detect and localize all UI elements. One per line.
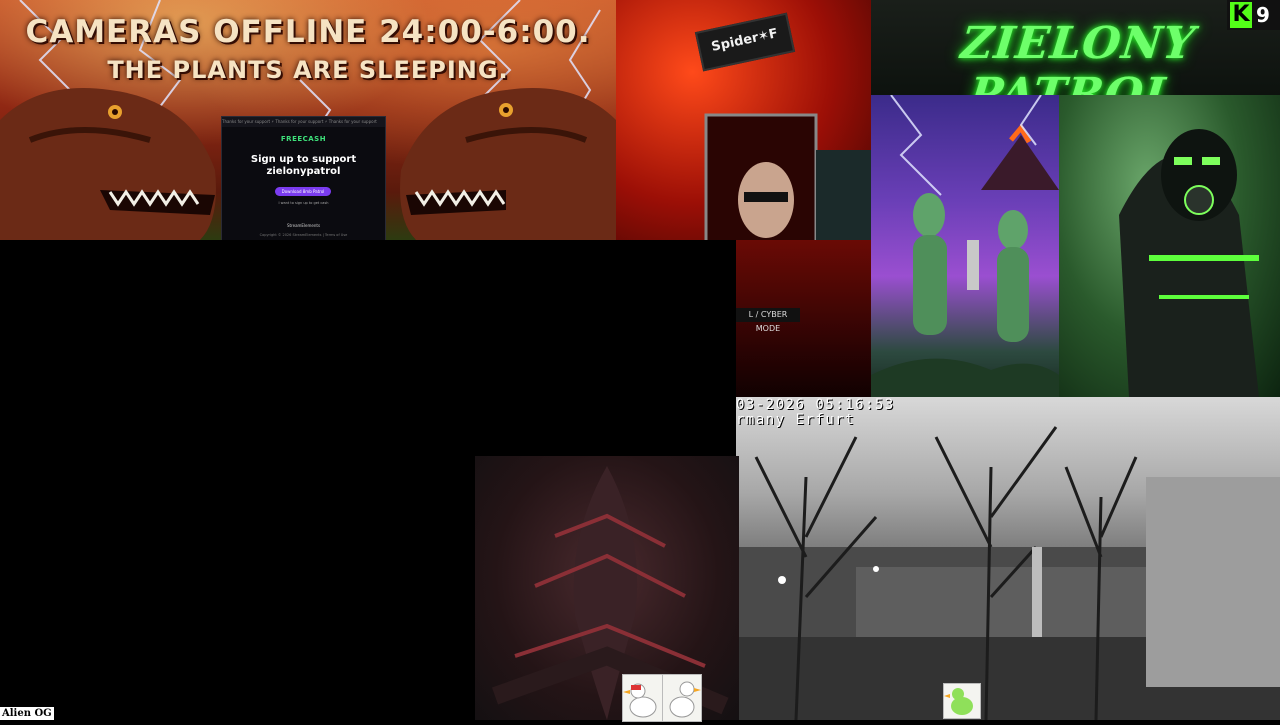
spider-cyber-image: Spider✶F	[616, 0, 871, 240]
aliens-volcano-image	[871, 95, 1059, 397]
cctv-camera-feed: 03-2026 05:16:53 rmany Erfurt	[736, 397, 1280, 720]
t-rex-right	[400, 88, 616, 240]
aliens-art	[871, 95, 1059, 397]
goose-sticker-icon	[662, 674, 702, 722]
soldier-art	[1119, 129, 1259, 397]
popup-small-text: I want to sign up to get cash	[278, 201, 329, 205]
streamelements-logo: StreamElements	[286, 223, 321, 228]
kick-viewer-badge: K 9	[1227, 0, 1280, 30]
signup-button[interactable]: Download 8mb Patrol	[275, 187, 331, 196]
popup-copyright: Copyright © 2026 StreamElements | Terms …	[259, 233, 348, 237]
cctv-location: rmany Erfurt	[736, 412, 856, 428]
popup-ticker: Thanks for your support ⚡ Thanks for you…	[222, 117, 385, 127]
spider-cyber-image-lower: L / CYBER MODE	[736, 240, 871, 397]
t-rex-left	[0, 88, 216, 240]
banner-headline: CAMERAS OFFLINE 24:00-6:00.	[25, 14, 591, 50]
goose-sticker-icon	[943, 683, 981, 719]
poster-caption: L / CYBER MODE	[736, 308, 800, 333]
freecash-logo: FREECASH	[280, 135, 327, 143]
popup-heading-line2: zielonypatrol	[266, 166, 341, 177]
neon-sign-image: ZIELONY PATROL	[871, 0, 1280, 95]
freecash-signup-popup: Thanks for your support ⚡ Thanks for you…	[221, 116, 386, 240]
kick-logo-icon: K	[1230, 2, 1252, 28]
viewer-count: 9	[1256, 3, 1270, 27]
cctv-scene	[736, 426, 1280, 720]
neon-title: ZIELONY PATROL	[958, 18, 1198, 95]
popup-heading-line1: Sign up to support	[250, 154, 357, 165]
strain-label: Alien OG	[0, 707, 54, 720]
dinosaur-banner: CAMERAS OFFLINE 24:00-6:00. THE PLANTS A…	[0, 0, 616, 240]
popup-heading: Sign up to support zielonypatrol	[222, 154, 385, 178]
goose-sticker-icon	[622, 674, 664, 722]
cctv-timestamp: 03-2026 05:16:53	[736, 397, 895, 413]
banner-subheadline: THE PLANTS ARE SLEEPING.	[107, 56, 509, 84]
hazmat-soldier-image	[1059, 95, 1280, 397]
